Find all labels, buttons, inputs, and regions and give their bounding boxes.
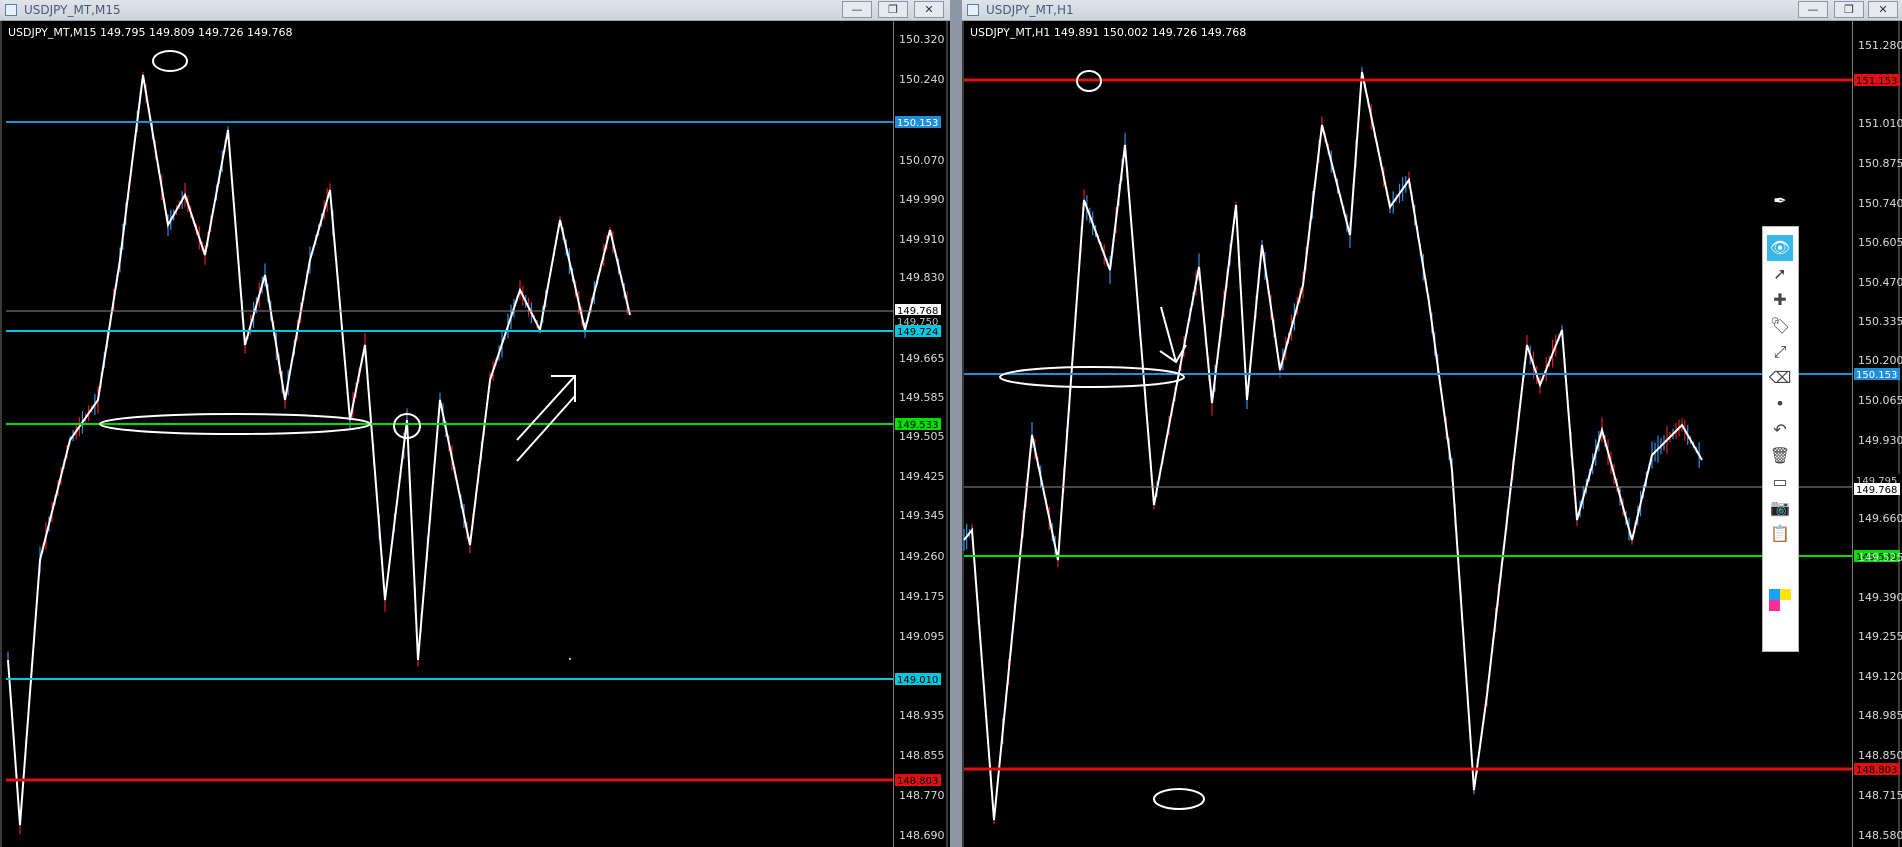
tag-icon[interactable]: 🏷 bbox=[1767, 313, 1793, 339]
price-label: 151.280 bbox=[1858, 39, 1902, 52]
window-divider[interactable] bbox=[950, 0, 962, 847]
price-label: 150.070 bbox=[899, 154, 945, 167]
close-button[interactable]: ✕ bbox=[914, 1, 944, 18]
price-tag-current: 149.768 bbox=[1854, 483, 1900, 496]
chart-window-icon bbox=[967, 4, 979, 16]
price-label: 148.935 bbox=[899, 709, 945, 722]
price-label: 148.715 bbox=[1858, 789, 1902, 802]
price-tag-cyan: 149.724 bbox=[895, 325, 941, 338]
price-label: 150.740 bbox=[1858, 197, 1902, 210]
price-label: 149.175 bbox=[899, 590, 945, 603]
price-label: 150.605 bbox=[1858, 236, 1902, 249]
price-tag-cyan: 149.010 bbox=[895, 673, 941, 686]
price-label: 149.345 bbox=[899, 509, 945, 522]
price-tag-red: 148.803 bbox=[1854, 763, 1900, 776]
clipboard-icon[interactable]: 📋 bbox=[1767, 521, 1793, 547]
price-tag-red-text: 148.803 bbox=[897, 776, 938, 787]
titlebar[interactable]: USDJPY_MT,M15 — ❐ ✕ bbox=[0, 0, 950, 21]
price-label: 148.985 bbox=[1858, 709, 1902, 722]
ellipse-annotation bbox=[999, 366, 1185, 388]
price-tag-red: 151.153 bbox=[1854, 74, 1900, 87]
close-button[interactable]: ✕ bbox=[1868, 1, 1898, 18]
price-label: 148.690 bbox=[899, 829, 945, 842]
price-label: 149.260 bbox=[899, 550, 945, 563]
minimize-button[interactable]: — bbox=[1798, 1, 1828, 18]
price-label: 149.990 bbox=[899, 193, 945, 206]
eye-icon[interactable]: 👁 bbox=[1767, 235, 1793, 261]
price-label: 150.200 bbox=[1858, 354, 1902, 367]
price-label: 149.525 bbox=[1858, 551, 1902, 564]
price-label: 148.850 bbox=[1858, 749, 1902, 762]
chart-window-h1: USDJPY_MT,H1 — ❐ ✕ USDJPY_MT,H1 149.891 … bbox=[962, 0, 1902, 847]
price-label: 150.320 bbox=[899, 33, 945, 46]
price-tag-red-text: 151.153 bbox=[1856, 76, 1897, 87]
ellipse-annotation bbox=[152, 50, 188, 72]
price-label: 149.910 bbox=[899, 233, 945, 246]
price-label: 151.010 bbox=[1858, 117, 1902, 130]
price-tag-blue: 150.153 bbox=[895, 116, 941, 129]
minimize-button[interactable]: — bbox=[842, 1, 872, 18]
ruler-icon[interactable]: ⤢ bbox=[1767, 339, 1793, 365]
price-tag-blue-text: 150.153 bbox=[1856, 370, 1897, 381]
arrow-annotation bbox=[516, 395, 576, 462]
ellipse-annotation bbox=[1153, 788, 1205, 810]
chart-window-m15: USDJPY_MT,M15 — ❐ ✕ USDJPY_MT,M15 149.79… bbox=[0, 0, 950, 847]
price-label: 149.660 bbox=[1858, 512, 1902, 525]
price-label: 150.875 bbox=[1858, 157, 1902, 170]
cursor-icon[interactable]: ➚ bbox=[1767, 261, 1793, 287]
price-label: 149.390 bbox=[1858, 591, 1902, 604]
price-label: 149.120 bbox=[1858, 670, 1902, 683]
drawing-toolbar: 👁 ➚ ✚ 🏷 ⤢ ⌫ • ↶ 🗑 ▭ 📷 📋 bbox=[1762, 226, 1799, 652]
price-label: 148.855 bbox=[899, 749, 945, 762]
maximize-button[interactable]: ❐ bbox=[878, 1, 908, 18]
price-label: 149.665 bbox=[899, 352, 945, 365]
undo-icon[interactable]: ↶ bbox=[1767, 417, 1793, 443]
trash-icon[interactable]: 🗑 bbox=[1767, 443, 1793, 469]
price-label: 149.425 bbox=[899, 470, 945, 483]
price-tag-red-text: 148.803 bbox=[1856, 765, 1897, 776]
palette-icon[interactable] bbox=[1767, 587, 1793, 613]
price-label: 149.505 bbox=[899, 430, 945, 443]
price-label: 150.335 bbox=[1858, 315, 1902, 328]
arrow-annotation bbox=[516, 375, 576, 441]
dot-marker bbox=[568, 657, 572, 661]
dot-icon[interactable]: • bbox=[1767, 391, 1793, 417]
price-tag-red: 148.803 bbox=[895, 774, 941, 787]
price-label: 150.240 bbox=[899, 73, 945, 86]
price-plot[interactable]: 150.153149.768149.750149.724149.533149.0… bbox=[0, 21, 948, 847]
eraser-icon[interactable]: ⌫ bbox=[1767, 365, 1793, 391]
zigzag-line bbox=[963, 71, 1703, 821]
crosshair-icon[interactable]: ✚ bbox=[1767, 287, 1793, 313]
price-tag-cyan-text: 149.010 bbox=[897, 675, 938, 686]
camera-icon[interactable]: 📷 bbox=[1767, 495, 1793, 521]
zigzag-line bbox=[7, 74, 631, 826]
titlebar[interactable]: USDJPY_MT,H1 — ❐ ✕ bbox=[962, 0, 1902, 21]
price-tag-cyan-text: 149.724 bbox=[897, 327, 938, 338]
price-tag-blue: 150.153 bbox=[1854, 368, 1900, 381]
price-label: 149.585 bbox=[899, 391, 945, 404]
price-tag-blue-text: 150.153 bbox=[897, 118, 938, 129]
price-label: 149.255 bbox=[1858, 630, 1902, 643]
price-label: 149.830 bbox=[899, 271, 945, 284]
window-title: USDJPY_MT,M15 bbox=[24, 3, 121, 17]
price-label: 150.065 bbox=[1858, 394, 1902, 407]
price-plot[interactable]: 151.153150.153149.795149.768149.533148.8… bbox=[962, 21, 1900, 847]
price-label: 148.580 bbox=[1858, 829, 1902, 842]
maximize-button[interactable]: ❐ bbox=[1834, 1, 1864, 18]
price-label: 148.770 bbox=[899, 789, 945, 802]
window-title: USDJPY_MT,H1 bbox=[986, 3, 1074, 17]
price-label: 150.470 bbox=[1858, 276, 1902, 289]
easel-icon[interactable]: ▭ bbox=[1767, 469, 1793, 495]
price-tag-current-text: 149.768 bbox=[1856, 485, 1897, 496]
chart-window-icon bbox=[5, 4, 17, 16]
price-label: 149.930 bbox=[1858, 434, 1902, 447]
pen-icon[interactable]: ✒ bbox=[1767, 188, 1793, 214]
price-label: 149.095 bbox=[899, 630, 945, 643]
